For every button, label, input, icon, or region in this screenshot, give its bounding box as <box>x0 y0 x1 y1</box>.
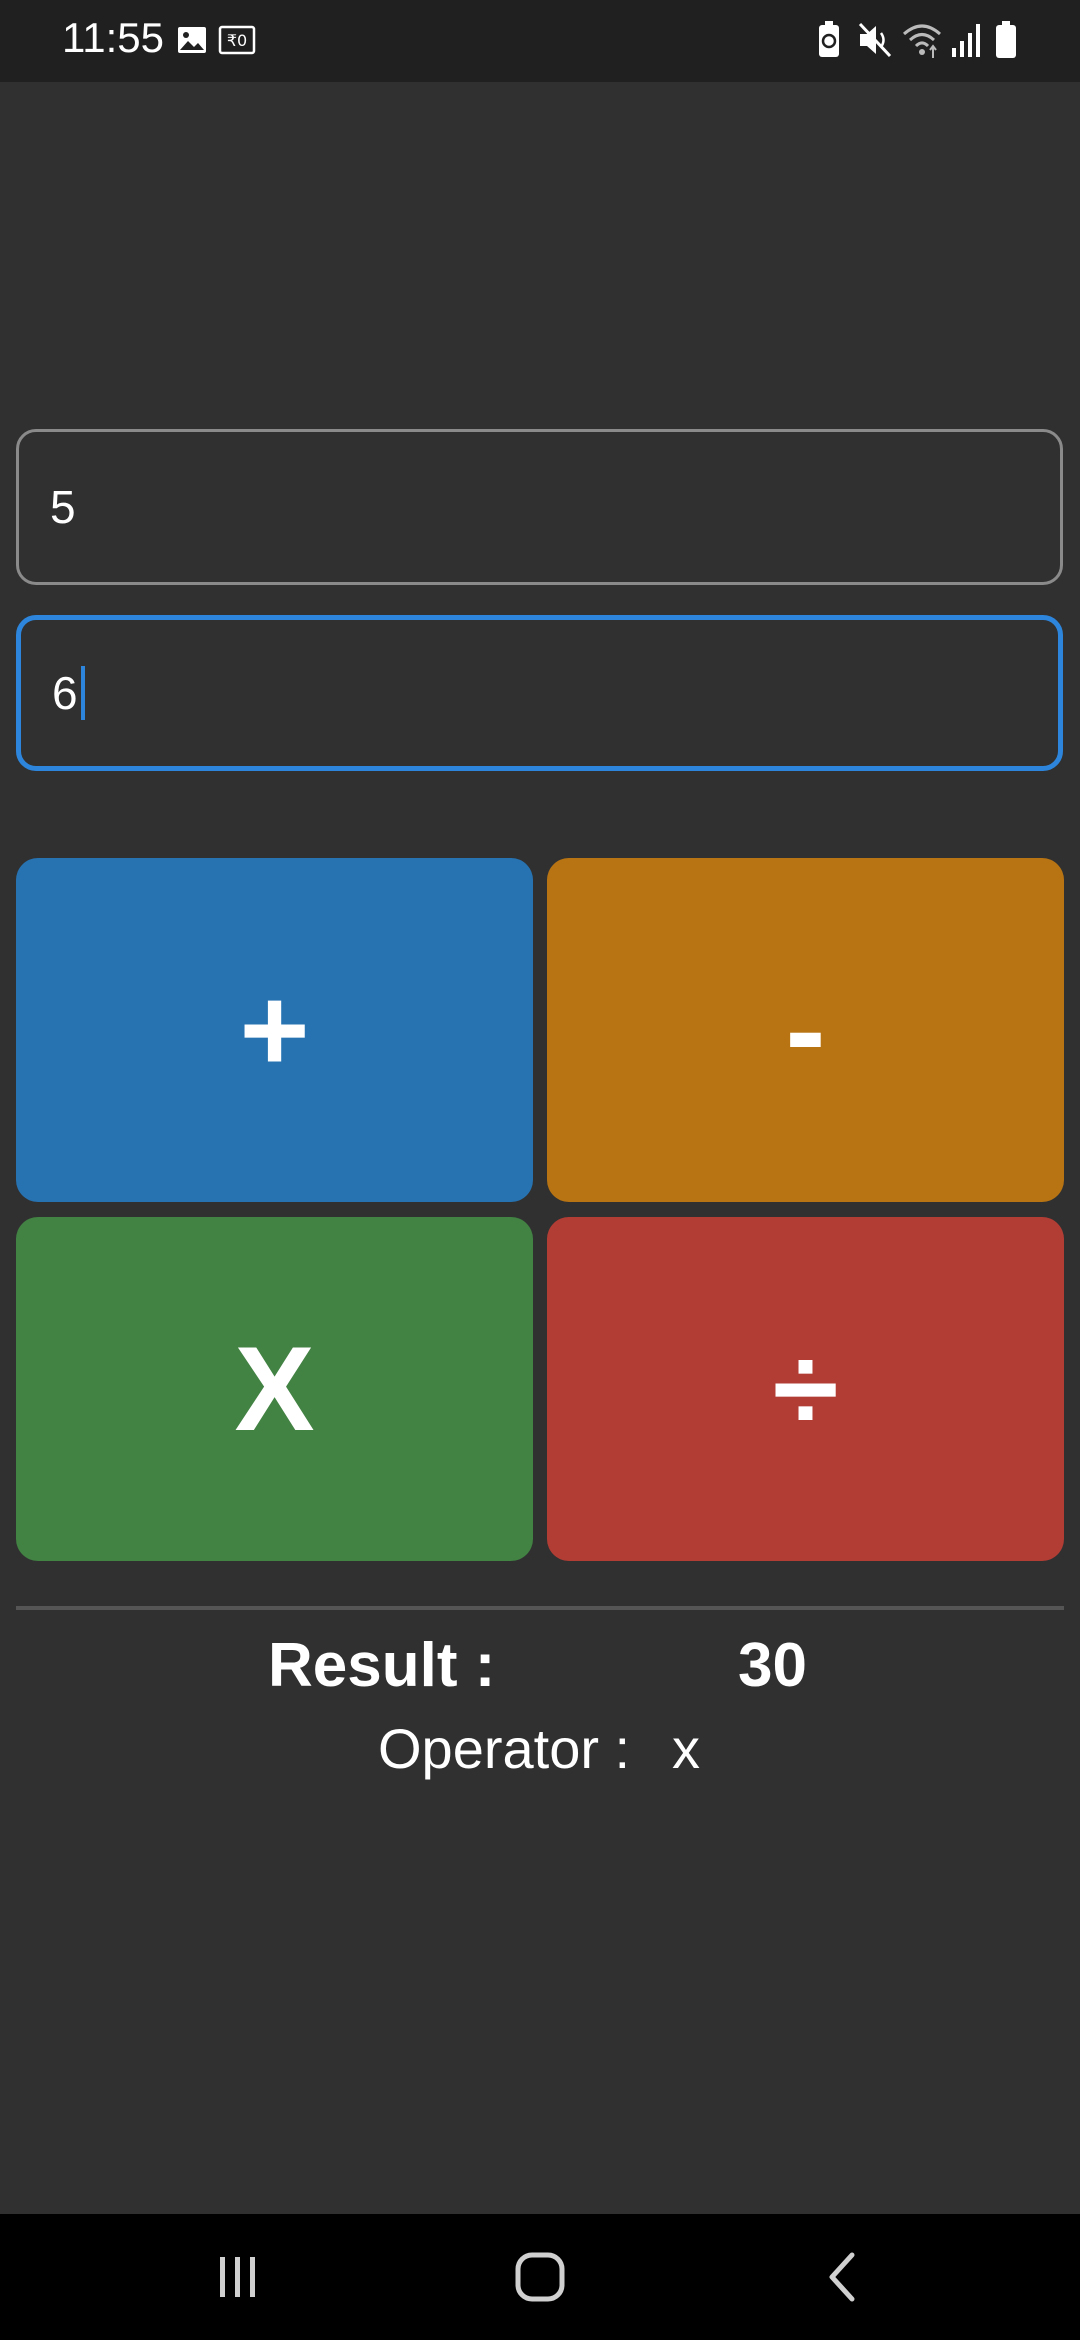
back-button[interactable] <box>802 2242 882 2312</box>
first-number-input[interactable]: 5 <box>16 429 1063 585</box>
add-button[interactable]: + <box>16 858 533 1202</box>
recent-apps-button[interactable] <box>198 2242 278 2312</box>
home-icon <box>515 2252 565 2302</box>
status-time: 11:55 <box>62 14 164 61</box>
subtract-button-label: - <box>785 963 826 1097</box>
image-icon <box>178 27 206 53</box>
rupee-icon: ₹0 <box>218 25 256 55</box>
multiply-button-label: X <box>234 1322 315 1456</box>
first-number-value: 5 <box>50 481 76 533</box>
operator-value: x <box>672 1717 700 1780</box>
signal-icon <box>952 24 980 57</box>
result-label: Result : <box>268 1631 496 1700</box>
svg-text:₹0: ₹0 <box>227 31 247 50</box>
battery-saver-icon <box>819 21 839 57</box>
text-caret <box>80 666 85 720</box>
operator-label: Operator : <box>378 1717 631 1780</box>
second-number-input[interactable]: 6 <box>16 615 1063 771</box>
operator-row: Operator : x <box>0 1716 1080 1786</box>
result-row: Result : 30 <box>0 1630 1080 1700</box>
divide-button-label: ÷ <box>772 1322 839 1456</box>
wifi-icon <box>903 24 941 58</box>
multiply-button[interactable]: X <box>16 1217 533 1561</box>
home-button[interactable] <box>500 2242 580 2312</box>
status-bar: 11:55 ₹0 <box>0 0 1080 82</box>
battery-icon <box>996 21 1016 58</box>
recent-apps-icon <box>220 2257 255 2297</box>
divider <box>16 1606 1064 1610</box>
second-number-value: 6 <box>52 667 78 719</box>
divide-button[interactable]: ÷ <box>547 1217 1064 1561</box>
mute-icon <box>858 22 892 58</box>
back-icon <box>829 2252 855 2302</box>
navigation-bar <box>0 2214 1080 2340</box>
add-button-label: + <box>239 963 310 1097</box>
subtract-button[interactable]: - <box>547 858 1064 1202</box>
result-value: 30 <box>738 1631 807 1700</box>
